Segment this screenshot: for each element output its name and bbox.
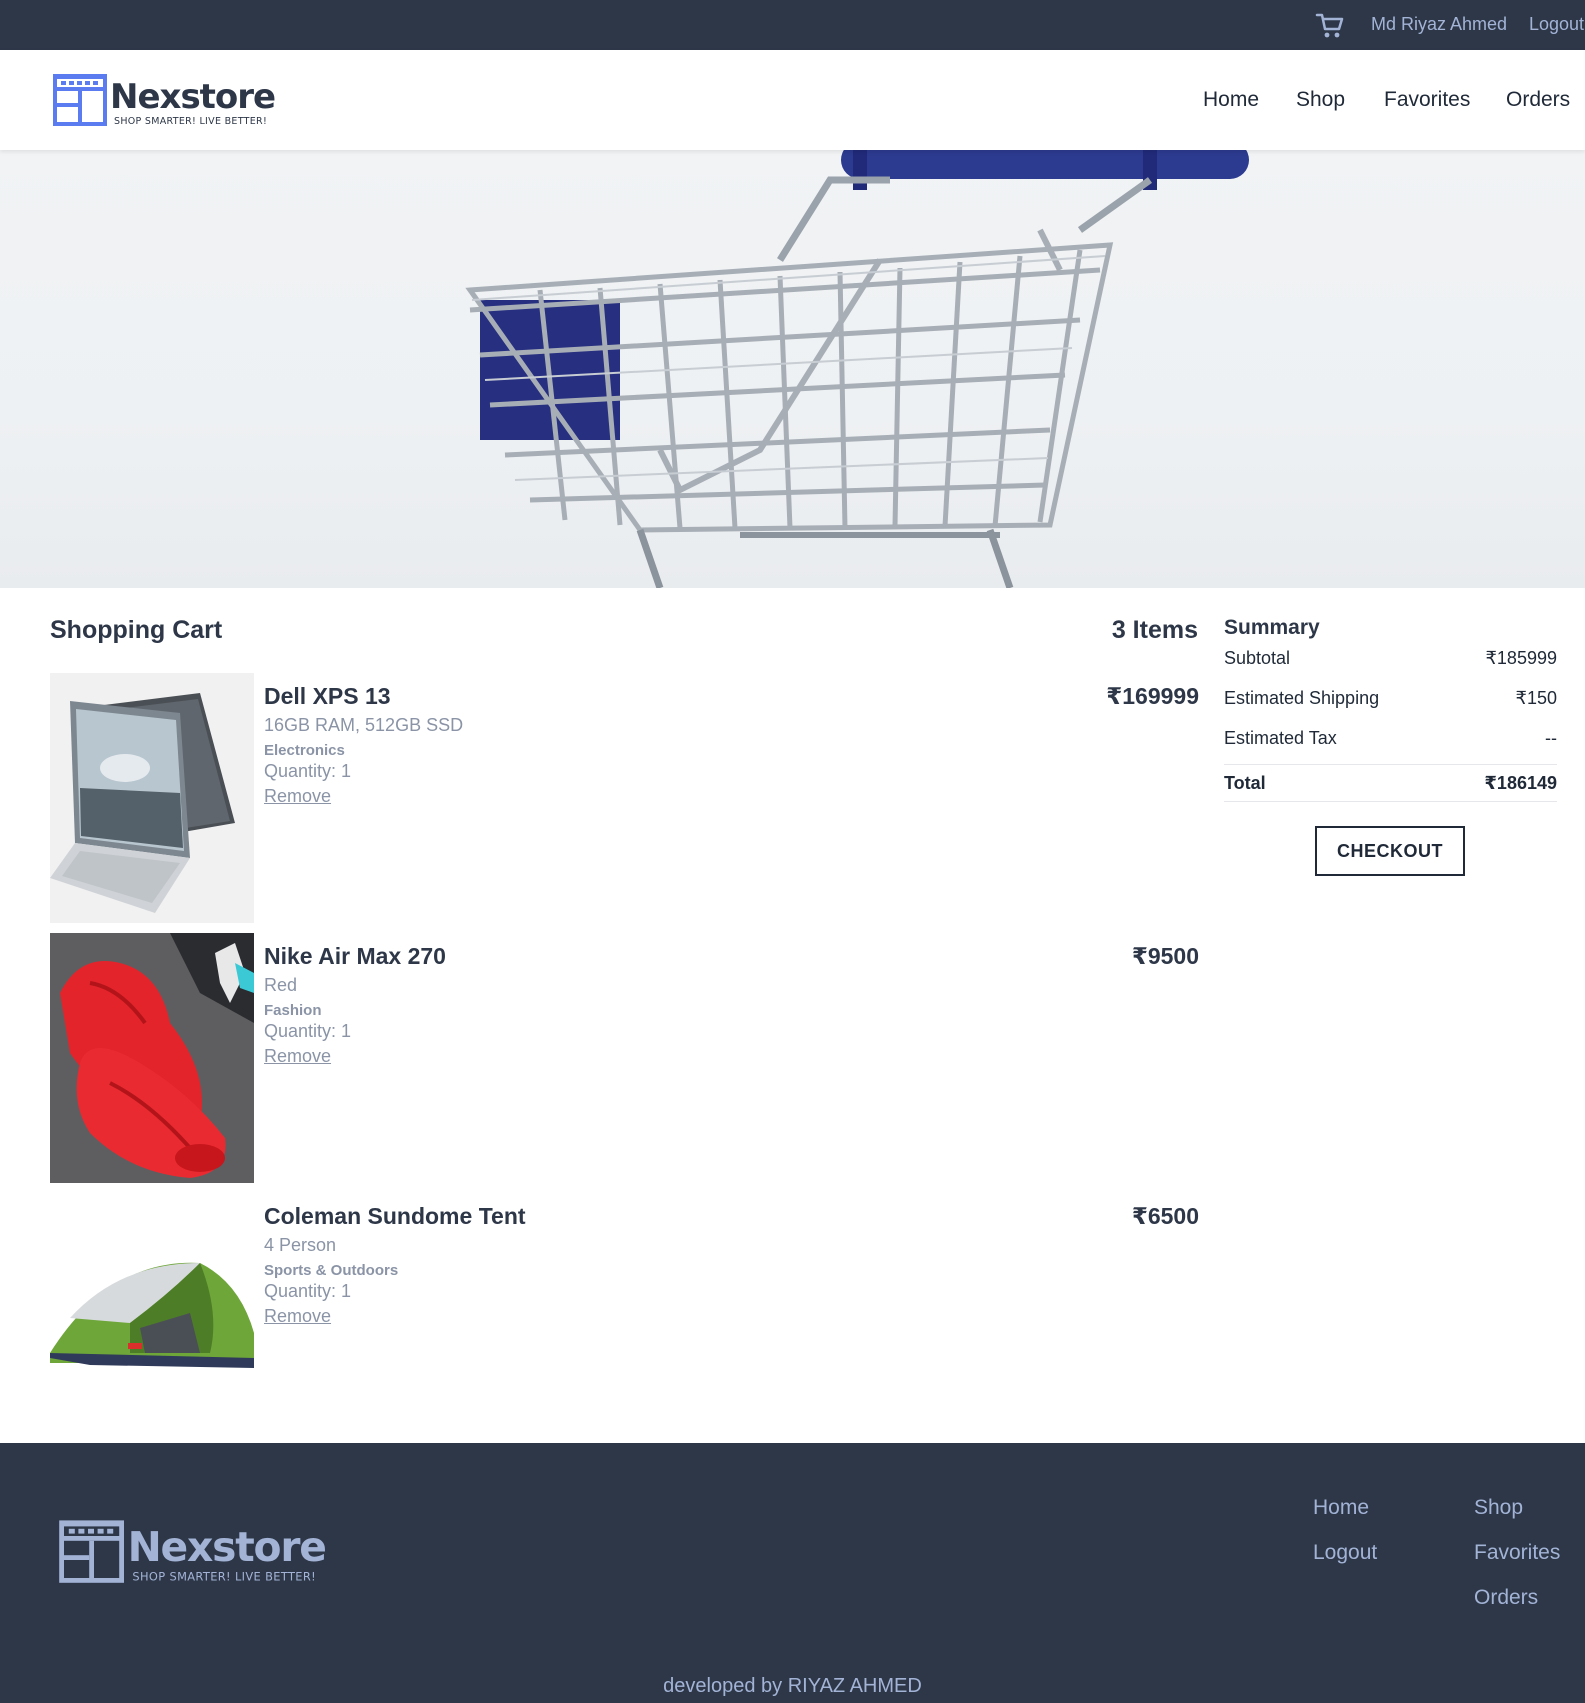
product-category: Sports & Outdoors — [264, 1262, 399, 1279]
product-category: Electronics — [264, 742, 345, 759]
logout-link[interactable]: Logout — [1529, 14, 1584, 35]
product-quantity: Quantity: 1 — [264, 761, 352, 781]
storefront-icon — [53, 74, 107, 126]
product-name[interactable]: Coleman Sundome Tent — [264, 1203, 526, 1230]
nav-home[interactable]: Home — [1203, 88, 1259, 112]
total-label: Total — [1224, 773, 1266, 793]
remove-link[interactable]: Remove — [264, 1306, 331, 1327]
total-value: ₹186149 — [1484, 773, 1557, 793]
cart-item-count: 3 Items — [1111, 616, 1198, 644]
nav-shop[interactable]: Shop — [1296, 88, 1345, 112]
product-variant: 16GB RAM, 512GB SSD — [264, 715, 464, 735]
remove-link[interactable]: Remove — [264, 1046, 331, 1067]
main-header: Nexstore SHOP SMARTER! LIVE BETTER! Home… — [0, 50, 1585, 150]
footer-link-logout[interactable]: Logout — [1313, 1541, 1377, 1565]
shopping-cart-hero-image — [465, 150, 1249, 588]
product-image-sneakers[interactable] — [50, 933, 254, 1183]
summary-total-row: Total ₹186149 — [1224, 764, 1557, 802]
product-quantity: Quantity: 1 — [264, 1281, 352, 1301]
order-summary: Summary Subtotal ₹185999 Estimated Shipp… — [1224, 612, 1557, 876]
product-name[interactable]: Nike Air Max 270 — [264, 943, 446, 970]
cart-title: Shopping Cart — [50, 616, 223, 644]
product-variant: 4 Person — [264, 1235, 337, 1255]
summary-title: Summary — [1224, 616, 1320, 639]
subtotal-label: Subtotal — [1224, 648, 1291, 668]
site-footer: Nexstore SHOP SMARTER! LIVE BETTER! Home… — [0, 1443, 1585, 1703]
product-image-tent[interactable] — [50, 1193, 254, 1443]
footer-link-shop[interactable]: Shop — [1474, 1496, 1523, 1520]
summary-shipping-row: Estimated Shipping ₹150 — [1224, 684, 1557, 724]
tax-label: Estimated Tax — [1224, 728, 1337, 748]
footer-credit: developed by RIYAZ AHMED — [663, 1675, 922, 1697]
remove-link[interactable]: Remove — [264, 786, 331, 807]
nav-favorites[interactable]: Favorites — [1384, 88, 1470, 112]
product-variant: Red — [264, 975, 298, 995]
product-price: ₹6500 — [1131, 1203, 1199, 1229]
shipping-value: ₹150 — [1515, 688, 1557, 708]
brand-name: Nexstore — [110, 77, 276, 117]
hero-banner — [0, 150, 1585, 588]
top-bar: Md Riyaz Ahmed Logout — [0, 0, 1585, 50]
cart-icon[interactable] — [1314, 9, 1346, 41]
user-name[interactable]: Md Riyaz Ahmed — [1371, 14, 1507, 35]
product-quantity: Quantity: 1 — [264, 1021, 352, 1041]
footer-link-home[interactable]: Home — [1313, 1496, 1369, 1520]
checkout-button[interactable]: CHECKOUT — [1315, 826, 1465, 876]
summary-subtotal-row: Subtotal ₹185999 — [1224, 644, 1557, 684]
product-category: Fashion — [264, 1002, 322, 1019]
cart-item: Coleman Sundome Tent 4 Person Sports & O… — [50, 1193, 1200, 1443]
tax-value: -- — [1545, 728, 1557, 748]
footer-link-favorites[interactable]: Favorites — [1474, 1541, 1560, 1565]
subtotal-value: ₹185999 — [1485, 648, 1557, 668]
summary-tax-row: Estimated Tax -- — [1224, 724, 1557, 764]
footer-brand-tagline: SHOP SMARTER! LIVE BETTER! — [132, 1570, 317, 1584]
footer-brand-name: Nexstore — [127, 1524, 327, 1572]
footer-brand-logo[interactable]: Nexstore SHOP SMARTER! LIVE BETTER! — [58, 1518, 327, 1588]
brand-logo[interactable]: Nexstore SHOP SMARTER! LIVE BETTER! — [52, 72, 276, 130]
storefront-icon — [59, 1520, 125, 1583]
cart-item: Nike Air Max 270 Red Fashion Quantity: 1… — [50, 933, 1200, 1183]
nav-orders[interactable]: Orders — [1506, 88, 1570, 112]
product-price: ₹9500 — [1131, 943, 1199, 969]
brand-tagline: SHOP SMARTER! LIVE BETTER! — [114, 116, 268, 127]
footer-link-orders[interactable]: Orders — [1474, 1586, 1538, 1610]
cart-item: Dell XPS 13 16GB RAM, 512GB SSD Electron… — [50, 673, 1200, 923]
product-name[interactable]: Dell XPS 13 — [264, 683, 391, 710]
product-image-laptop[interactable] — [50, 673, 254, 923]
shipping-label: Estimated Shipping — [1224, 688, 1380, 708]
product-price: ₹169999 — [1106, 683, 1199, 709]
